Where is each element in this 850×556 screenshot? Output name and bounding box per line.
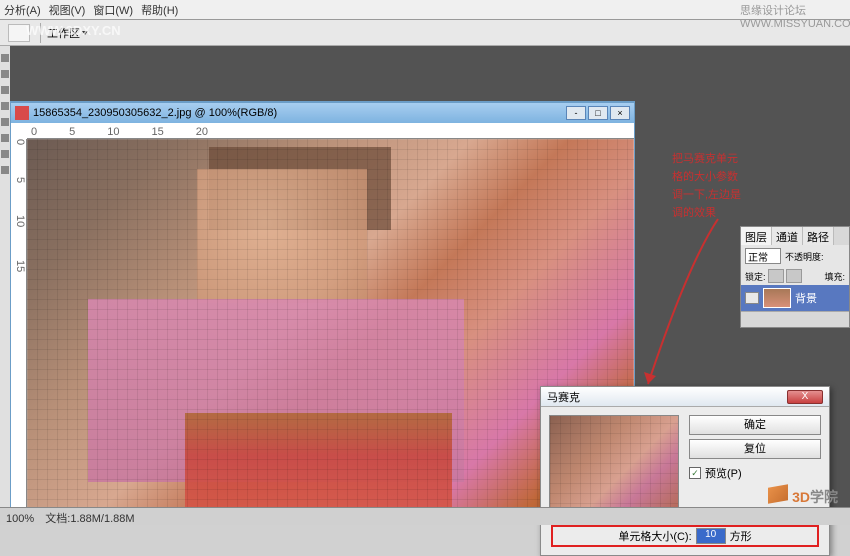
tab-layers[interactable]: 图层 <box>741 227 772 245</box>
panel-footer <box>741 311 849 327</box>
status-bar: 100% 文档:1.88M/1.88M <box>0 507 850 525</box>
lock-label: 锁定: <box>745 270 766 283</box>
window-buttons: - □ × <box>564 106 630 120</box>
blend-mode-select[interactable]: 正常 <box>745 248 781 264</box>
mosaic-dialog: 马赛克 X 确定 复位 ✓ 预览(P) - 100% + 单元格大小(C): 1… <box>540 386 830 556</box>
watermark-3dxy: WWW.3DXY.CN <box>26 23 121 38</box>
lock-transparent-icon[interactable] <box>768 269 784 283</box>
watermark-3dschool: 3D学院 <box>768 486 838 507</box>
dialog-title: 马赛克 <box>547 389 580 405</box>
maximize-button[interactable]: □ <box>588 106 608 120</box>
close-button[interactable]: × <box>610 106 630 120</box>
cell-size-input[interactable]: 10 <box>696 528 726 544</box>
lock-pixels-icon[interactable] <box>786 269 802 283</box>
ruler-vertical[interactable]: 051015 <box>11 139 27 520</box>
menu-analyze[interactable]: 分析(A) <box>4 2 41 18</box>
opacity-label: 不透明度: <box>785 250 824 263</box>
tools-palette[interactable] <box>0 46 10 525</box>
layer-row[interactable]: 背景 <box>741 285 849 311</box>
panel-tabs: 图层 通道 路径 <box>741 227 849 245</box>
menu-window[interactable]: 窗口(W) <box>93 2 133 18</box>
cell-unit: 方形 <box>730 528 752 544</box>
layers-panel: 图层 通道 路径 正常 不透明度: 锁定: 填充: 背景 <box>740 226 850 328</box>
document-titlebar[interactable]: 15865354_230950305632_2.jpg @ 100%(RGB/8… <box>11 103 634 123</box>
minimize-button[interactable]: - <box>566 106 586 120</box>
status-docsize: 文档:1.88M/1.88M <box>45 513 134 525</box>
cell-size-row: 单元格大小(C): 10 方形 <box>551 525 819 547</box>
reset-button[interactable]: 复位 <box>689 439 821 459</box>
layer-thumbnail[interactable] <box>763 288 791 308</box>
ruler-horizontal[interactable]: 05101520 <box>27 123 634 139</box>
visibility-eye-icon[interactable] <box>745 292 759 304</box>
ps-icon <box>15 106 29 120</box>
watermark-missyuan: 思缘设计论坛 WWW.MISSYUAN.COM <box>740 2 850 30</box>
workspace: 15865354_230950305632_2.jpg @ 100%(RGB/8… <box>0 46 850 525</box>
cube-icon <box>768 484 788 504</box>
preview-label: 预览(P) <box>705 465 742 481</box>
menu-bar: 分析(A) 视图(V) 窗口(W) 帮助(H) <box>0 0 850 20</box>
tab-paths[interactable]: 路径 <box>803 227 834 245</box>
menu-view[interactable]: 视图(V) <box>49 2 86 18</box>
document-title: 15865354_230950305632_2.jpg @ 100%(RGB/8… <box>33 107 277 119</box>
checkbox-icon[interactable]: ✓ <box>689 467 701 479</box>
ok-button[interactable]: 确定 <box>689 415 821 435</box>
preview-checkbox-row[interactable]: ✓ 预览(P) <box>689 465 821 481</box>
menu-help[interactable]: 帮助(H) <box>141 2 178 18</box>
dialog-close-button[interactable]: X <box>787 390 823 404</box>
options-bar: 工作区 <box>0 20 850 46</box>
dialog-titlebar[interactable]: 马赛克 X <box>541 387 829 407</box>
layer-name: 背景 <box>795 290 817 306</box>
annotation-text: 把马赛克单元 格的大小参数 调一下,左边是 调的效果 <box>672 150 741 222</box>
tab-channels[interactable]: 通道 <box>772 227 803 245</box>
fill-label: 填充: <box>824 270 845 283</box>
annotation-arrow <box>638 214 728 394</box>
cell-size-label: 单元格大小(C): <box>618 528 691 544</box>
status-zoom[interactable]: 100% <box>6 513 34 525</box>
